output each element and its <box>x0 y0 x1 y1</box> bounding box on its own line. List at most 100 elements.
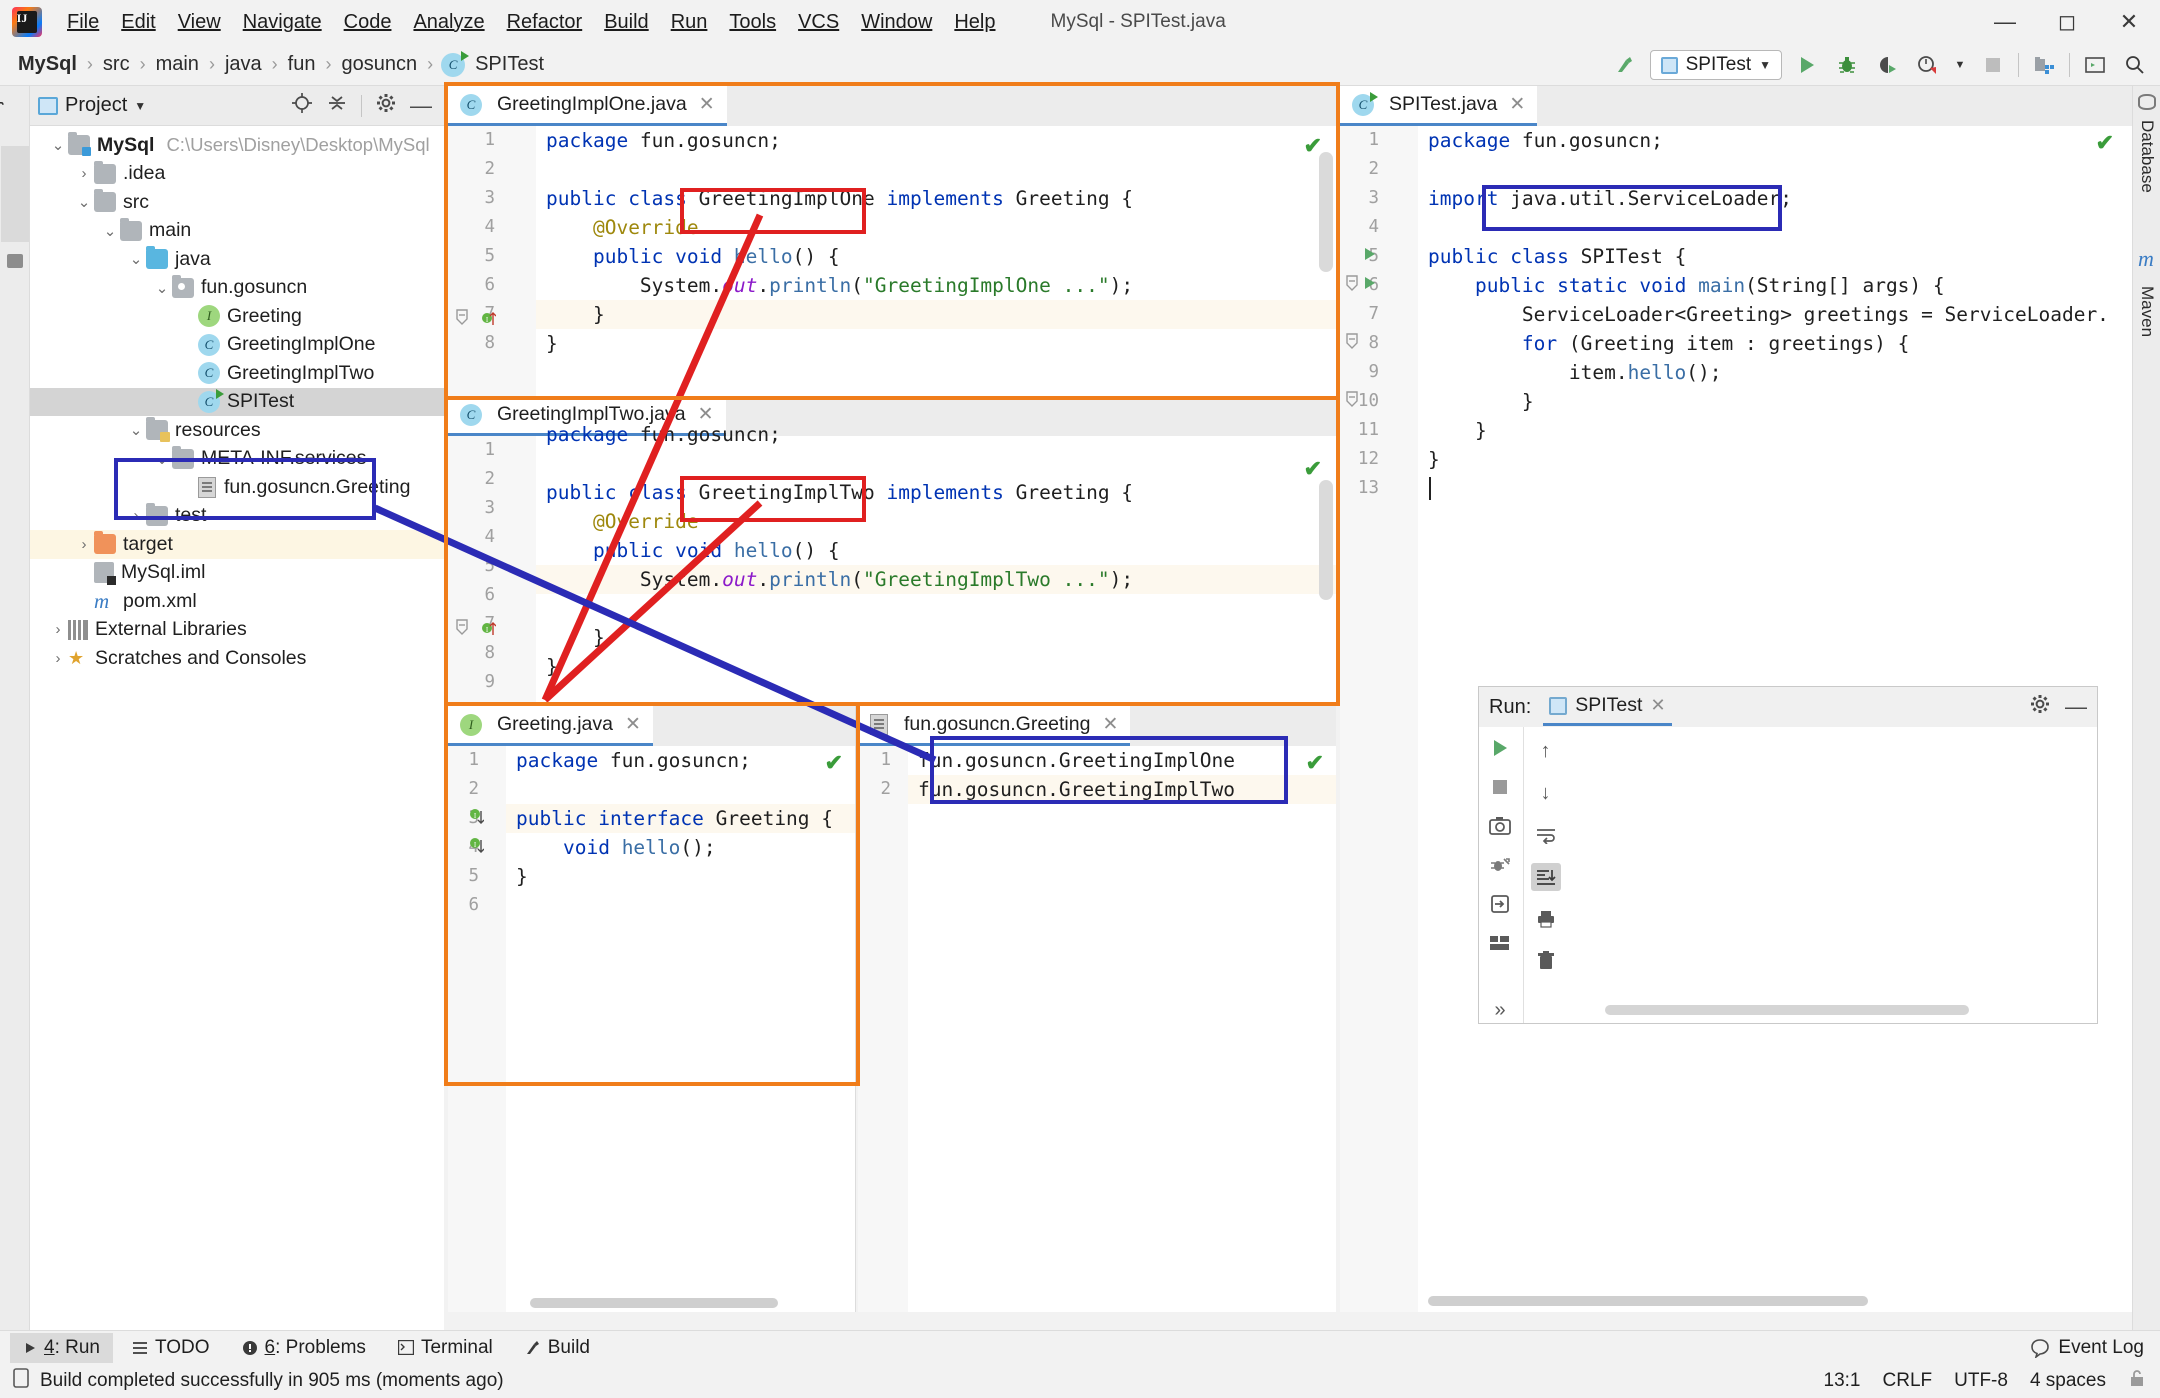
close-icon[interactable]: ✕ <box>1509 93 1525 116</box>
tool-window-structure[interactable]: 7: Structure <box>0 1053 5 1141</box>
tree-item-pom-xml[interactable]: m pom.xml <box>30 587 444 616</box>
breadcrumb-gosuncn[interactable]: gosuncn <box>337 53 421 76</box>
editor-gutter[interactable]: 12 <box>858 746 900 1312</box>
editor-fold-gutter[interactable] <box>1346 126 1418 1312</box>
code-line[interactable] <box>1418 213 2132 242</box>
editor-gutter[interactable]: I 123456789 <box>448 436 504 706</box>
event-log-button[interactable]: Event Log <box>2030 1337 2160 1359</box>
tree-item-src[interactable]: ⌄ src <box>30 188 444 217</box>
code-area[interactable]: ✔ package fun.gosuncn; public class Greet… <box>536 420 1336 706</box>
expand-more-icon[interactable]: » <box>1485 998 1515 1023</box>
close-icon[interactable]: ✕ <box>1102 713 1118 736</box>
horizontal-scrollbar[interactable] <box>1428 1296 1868 1306</box>
export-icon[interactable] <box>1485 892 1515 917</box>
run-gutter-icon[interactable] <box>1362 275 1378 295</box>
code-line[interactable]: fun.gosuncn.GreetingImplTwo <box>908 775 1336 804</box>
tree-expand-arrow[interactable]: ⌄ <box>48 136 68 154</box>
terminal-icon[interactable] <box>2080 50 2110 80</box>
close-button[interactable]: ✕ <box>2098 0 2160 44</box>
code-line[interactable]: package fun.gosuncn; <box>506 746 855 775</box>
chevron-down-icon[interactable]: ▼ <box>1952 50 1968 80</box>
breadcrumb-mysql[interactable]: MySql <box>14 53 81 76</box>
code-line[interactable]: package fun.gosuncn; <box>1418 126 2132 155</box>
tree-item-mysql-iml[interactable]: MySql.iml <box>30 559 444 588</box>
tree-item-resources[interactable]: ⌄ resources <box>30 416 444 445</box>
code-line[interactable]: public class GreetingImplOne implements … <box>536 184 1336 213</box>
code-line[interactable]: fun.gosuncn.GreetingImplOne <box>908 746 1336 775</box>
profile-icon[interactable] <box>1912 50 1942 80</box>
project-structure-icon[interactable] <box>2029 50 2059 80</box>
code-line[interactable]: package fun.gosuncn; <box>536 126 1336 155</box>
menu-run[interactable]: Run <box>660 7 719 38</box>
code-line[interactable]: package fun.gosuncn; <box>536 420 1336 449</box>
breadcrumb-main[interactable]: main <box>152 53 203 76</box>
tree-item-main[interactable]: ⌄ main <box>30 217 444 246</box>
tree-item-scratches-and-consoles[interactable]: › ★ Scratches and Consoles <box>30 644 444 673</box>
editor-fold-gutter[interactable] <box>456 126 536 396</box>
implemented-by-icon[interactable]: I <box>470 837 485 863</box>
locate-icon[interactable] <box>291 92 313 120</box>
tree-item-fun-gosuncn-greeting[interactable]: fun.gosuncn.Greeting <box>30 473 444 502</box>
menu-view[interactable]: View <box>167 7 232 38</box>
tab-spitest[interactable]: C SPITest.java ✕ <box>1340 86 1538 126</box>
tree-expand-arrow[interactable]: › <box>48 650 68 667</box>
clear-all-icon[interactable] <box>1531 947 1561 975</box>
file-encoding[interactable]: UTF-8 <box>1954 1370 2008 1392</box>
run-icon[interactable] <box>1792 50 1822 80</box>
scroll-down-icon[interactable]: ↓ <box>1531 779 1561 807</box>
code-line[interactable]: public class GreetingImplTwo implements … <box>536 478 1336 507</box>
menu-vcs[interactable]: VCS <box>787 7 850 38</box>
code-line[interactable]: } <box>536 329 1336 358</box>
menu-help[interactable]: Help <box>943 7 1006 38</box>
code-line[interactable] <box>536 449 1336 478</box>
code-line[interactable]: } <box>536 300 1336 329</box>
vertical-scrollbar[interactable] <box>1319 152 1333 272</box>
code-line[interactable]: System.out.println("GreetingImplOne ..."… <box>536 271 1336 300</box>
bottom-tab-run[interactable]: 4: Run <box>10 1332 113 1363</box>
unlocked-icon[interactable] <box>2128 1368 2146 1394</box>
scroll-up-icon[interactable]: ↑ <box>1531 737 1561 765</box>
tree-item-external-libraries[interactable]: › External Libraries <box>30 616 444 645</box>
run-gutter-icon[interactable] <box>1362 246 1378 266</box>
tree-item-meta-inf-services[interactable]: ⌄ META-INF.services <box>30 445 444 474</box>
thread-dump-icon[interactable] <box>1485 852 1515 877</box>
editor-gutter[interactable]: 1 2 3 4 5 6 7 8 9 10 11 12 13 <box>1340 126 1388 1312</box>
editor-fold-gutter[interactable] <box>456 436 536 706</box>
code-line[interactable]: public interface Greeting { <box>506 804 855 833</box>
tree-expand-arrow[interactable]: › <box>126 507 146 524</box>
fold-icon[interactable] <box>1344 390 1360 412</box>
code-line[interactable] <box>506 891 855 920</box>
line-separator[interactable]: CRLF <box>1883 1370 1933 1392</box>
code-line[interactable]: import java.util.ServiceLoader; <box>1418 184 2132 213</box>
tree-expand-arrow[interactable]: › <box>74 536 94 553</box>
tree-item-target[interactable]: › target <box>30 530 444 559</box>
run-console-output[interactable] <box>1569 727 2097 1023</box>
code-line[interactable]: public static void main(String[] args) { <box>1418 271 2132 300</box>
run-with-coverage-icon[interactable] <box>1872 50 1902 80</box>
code-line[interactable]: } <box>536 623 1336 652</box>
code-line[interactable]: System.out.println("GreetingImplTwo ..."… <box>536 565 1336 594</box>
tree-item-greetingimplone[interactable]: C GreetingImplOne <box>30 331 444 360</box>
tool-window-project[interactable]: 1: Project <box>0 78 5 150</box>
code-line[interactable] <box>1418 474 2132 503</box>
fold-icon[interactable] <box>454 618 470 640</box>
search-icon[interactable] <box>2120 50 2150 80</box>
horizontal-scrollbar[interactable] <box>530 1298 778 1308</box>
code-line[interactable]: public void hello() { <box>536 242 1336 271</box>
menu-file[interactable]: File <box>56 7 110 38</box>
stop-icon[interactable] <box>1485 774 1515 799</box>
menu-tools[interactable]: Tools <box>718 7 787 38</box>
layout-icon[interactable] <box>1485 931 1515 956</box>
code-line[interactable]: } <box>1418 416 2132 445</box>
tool-window-favorites[interactable]: 2: Favorites <box>0 1187 5 1276</box>
chevron-down-icon[interactable]: ▼ <box>134 99 146 113</box>
menu-navigate[interactable]: Navigate <box>232 7 333 38</box>
tree-expand-arrow[interactable]: ⌄ <box>126 250 146 268</box>
console-horizontal-scrollbar[interactable] <box>1605 1005 1969 1015</box>
minimize-button[interactable]: — <box>1974 0 2036 44</box>
fold-icon[interactable] <box>454 308 470 330</box>
gear-icon[interactable] <box>2029 693 2051 721</box>
tree-expand-arrow[interactable]: ⌄ <box>126 421 146 439</box>
code-line[interactable] <box>506 775 855 804</box>
menu-analyze[interactable]: Analyze <box>402 7 495 38</box>
